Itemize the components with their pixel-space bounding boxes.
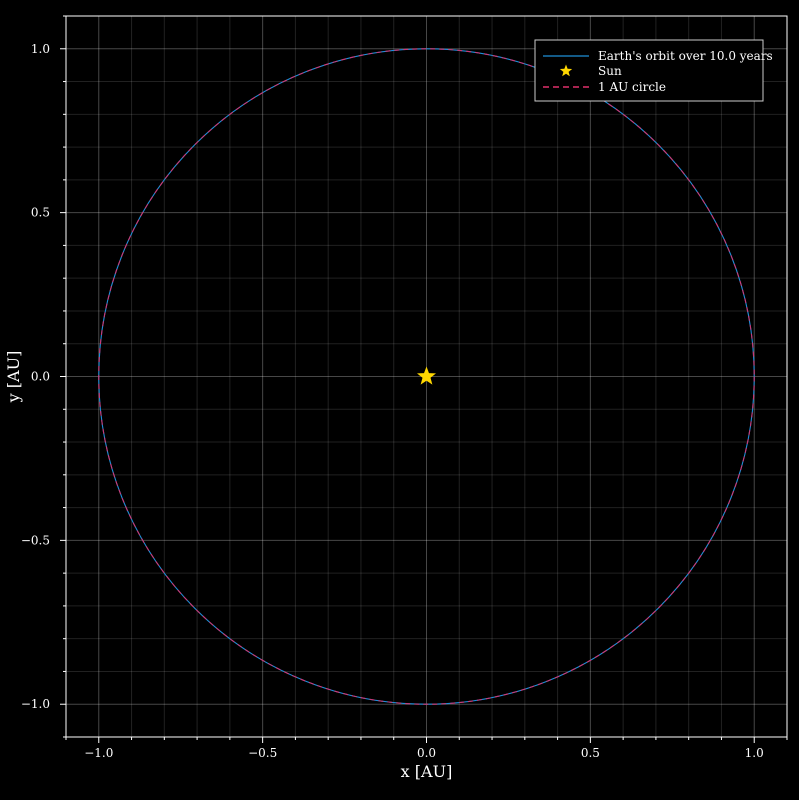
orbit-chart: −1.0 −0.5 0.0 0.5 1.0 1.0 0.5 0.0 −0.5 −1.0 x [AU… [0, 0, 799, 800]
y-tick-label: −0.5 [21, 533, 50, 547]
y-tick-label: 0.5 [31, 206, 50, 220]
x-tick-label: 0.5 [581, 746, 600, 760]
x-tick-label: 1.0 [745, 746, 764, 760]
legend-label-au-circle: 1 AU circle [598, 80, 666, 94]
legend: Earth's orbit over 10.0 years Sun 1 AU c… [534, 39, 773, 102]
x-tick-label: −1.0 [84, 746, 113, 760]
y-tick-label: 1.0 [31, 42, 50, 56]
y-axis-label: y [AU] [4, 351, 23, 404]
legend-label-earth-orbit: Earth's orbit over 10.0 years [598, 49, 773, 63]
x-tick-label: −0.5 [248, 746, 277, 760]
figure-background [0, 0, 799, 800]
legend-label-sun: Sun [598, 64, 622, 78]
y-tick-label: −1.0 [21, 697, 50, 711]
x-tick-label: 0.0 [417, 746, 436, 760]
x-axis-label: x [AU] [401, 762, 453, 781]
y-tick-label: 0.0 [31, 370, 50, 384]
